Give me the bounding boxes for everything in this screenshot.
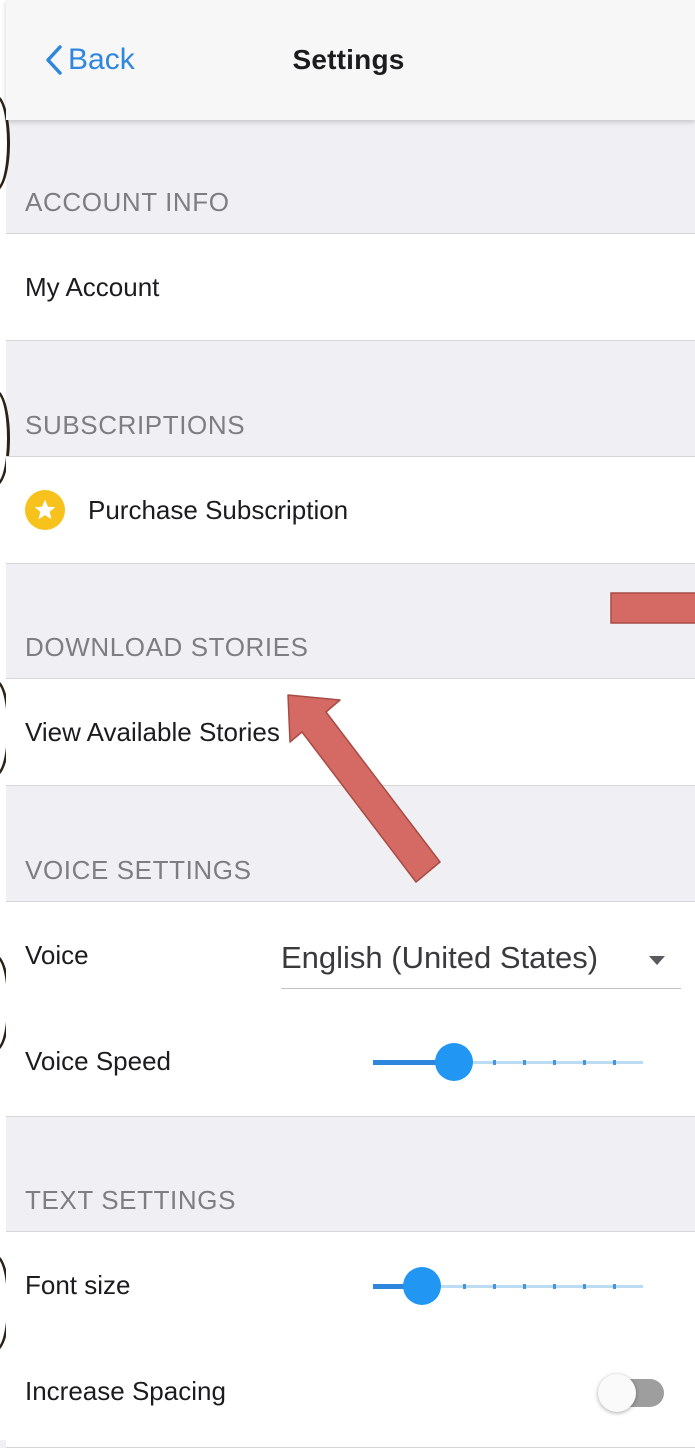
slider-tick <box>463 1284 466 1289</box>
section-header-voice-settings: VOICE SETTINGS <box>25 855 252 885</box>
view-available-stories-label: View Available Stories <box>25 717 280 747</box>
slider-tick <box>583 1284 586 1289</box>
font-size-slider[interactable] <box>373 1266 643 1306</box>
slider-tick <box>523 1060 526 1065</box>
voice-speed-label: Voice Speed <box>25 1046 172 1076</box>
view-available-stories-row[interactable]: View Available Stories <box>6 678 695 786</box>
section-header-account-info: ACCOUNT INFO <box>25 187 230 217</box>
voice-row: Voice English (United States) <box>6 901 695 1009</box>
star-icon <box>25 490 65 530</box>
increase-spacing-row: Increase Spacing <box>6 1338 695 1448</box>
back-label: Back <box>68 43 135 76</box>
section-header-download-stories: DOWNLOAD STORIES <box>25 632 309 662</box>
voice-label: Voice <box>25 940 89 970</box>
my-account-row[interactable]: My Account <box>6 233 695 341</box>
section-header-text-settings: TEXT SETTINGS <box>25 1185 237 1215</box>
navigation-bar: Settings Back <box>6 0 695 120</box>
slider-tick <box>613 1284 616 1289</box>
voice-speed-row: Voice Speed <box>6 1008 695 1117</box>
slider-thumb[interactable] <box>402 1267 441 1305</box>
purchase-subscription-label: Purchase Subscription <box>88 495 349 525</box>
toggle-thumb <box>598 1374 636 1412</box>
slider-tick <box>613 1060 616 1065</box>
slider-tick <box>493 1060 496 1065</box>
slider-tick <box>523 1284 526 1289</box>
increase-spacing-label: Increase Spacing <box>25 1376 226 1406</box>
chevron-left-icon <box>46 45 62 75</box>
slider-thumb[interactable] <box>435 1043 473 1081</box>
purchase-subscription-row[interactable]: Purchase Subscription <box>6 456 695 564</box>
voice-select-value: English (United States) <box>281 940 599 975</box>
my-account-label: My Account <box>25 272 160 302</box>
section-header-subscriptions: SUBSCRIPTIONS <box>25 410 246 440</box>
font-size-row: Font size <box>6 1231 695 1339</box>
slider-tick <box>493 1284 496 1289</box>
slider-tick <box>553 1284 556 1289</box>
voice-speed-slider[interactable] <box>373 1042 643 1082</box>
slider-tick <box>583 1060 586 1065</box>
font-size-label: Font size <box>25 1270 131 1300</box>
increase-spacing-toggle[interactable] <box>598 1374 666 1412</box>
back-button[interactable]: Back <box>44 40 135 80</box>
voice-select[interactable]: English (United States) <box>281 932 681 989</box>
dropdown-caret-icon <box>649 956 665 965</box>
slider-tick <box>553 1060 556 1065</box>
